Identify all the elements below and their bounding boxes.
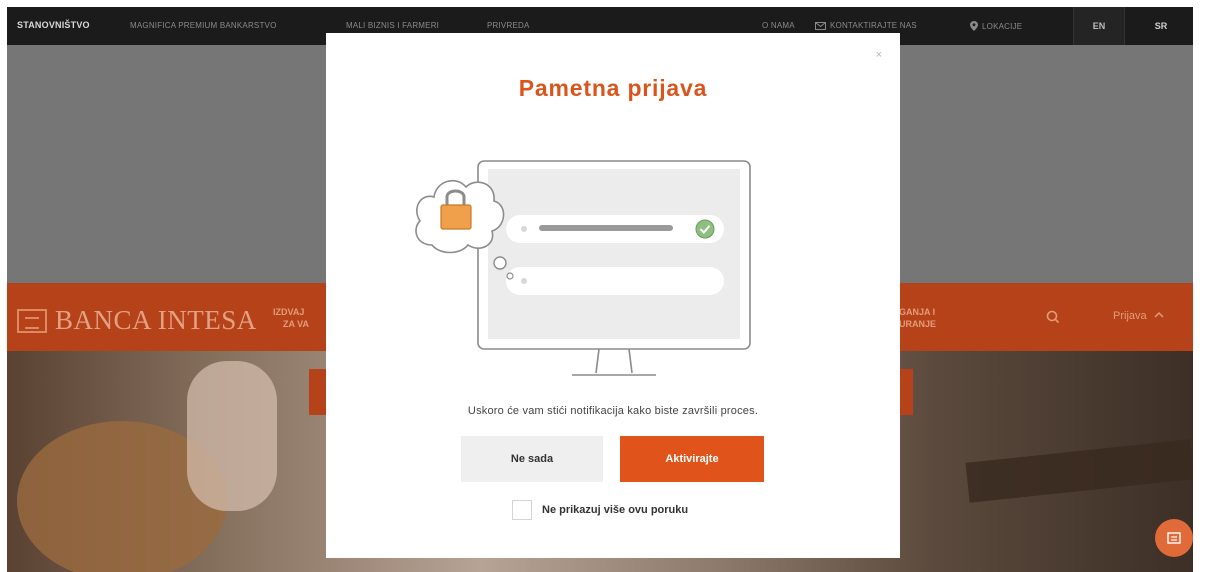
photo-hand [187, 361, 277, 511]
language-sr[interactable]: SR [1135, 7, 1187, 45]
nav-item-izdvajamo-line1: IZDVAJ [273, 307, 305, 317]
modal-message: Uskoro će vam stići notifikacija kako bi… [467, 405, 759, 417]
close-icon[interactable]: × [876, 49, 882, 61]
chat-button[interactable] [1155, 519, 1193, 557]
topbar-link-o-nama[interactable]: O NAMA [762, 21, 795, 30]
not-now-button[interactable]: Ne sada [461, 436, 603, 482]
padlock-icon [440, 204, 472, 230]
topbar-link-stanovnistvo[interactable]: STANOVNIŠTVO [17, 20, 90, 30]
modal-title: Pametna prijava [518, 75, 708, 101]
nav-item-izdvajamo-line2: ZA VA [283, 319, 309, 329]
topbar-link-privreda[interactable]: PRIVREDA [487, 21, 530, 30]
nav-item-izdvajamo[interactable]: IZDVAJ ZA VA [273, 306, 309, 330]
topbar-link-kontakt[interactable]: KONTAKTIRAJTE NAS [815, 21, 917, 30]
search-icon[interactable] [1045, 309, 1061, 325]
topbar-link-mali-biznis[interactable]: MALI BIZNIS I FARMERI [346, 21, 439, 30]
photo-guitar-neck [965, 439, 1193, 503]
user-icon [521, 226, 527, 232]
kontakt-label: KONTAKTIRAJTE NAS [830, 21, 917, 30]
dont-show-again-checkbox[interactable] [512, 500, 532, 520]
dont-show-again-row[interactable]: Ne prikazuj više ovu poruku [512, 500, 688, 520]
location-pin-icon [970, 21, 978, 31]
topbar-link-magnifica[interactable]: MAGNIFICA PREMIUM BANKARSTVO [130, 21, 277, 30]
nav-item-osiguranje-line2: URANJE [899, 319, 937, 329]
chevron-up-icon [1154, 311, 1164, 318]
logo-text: BANCA INTESA [55, 305, 257, 335]
prijava-menu[interactable]: Prijava [1113, 310, 1164, 322]
language-en[interactable]: EN [1073, 7, 1125, 45]
monitor-illustration [415, 160, 751, 376]
nav-item-osiguranje[interactable]: GANJA I URANJE [899, 306, 936, 330]
envelope-icon [815, 22, 826, 30]
chat-icon [1167, 532, 1181, 544]
prijava-label: Prijava [1113, 310, 1147, 322]
dont-show-again-label: Ne prikazuj više ovu poruku [542, 504, 689, 516]
brand-logo[interactable]: BANCA INTESA [17, 305, 257, 336]
lokacije-label: LOKACIJE [982, 22, 1023, 31]
topbar-link-lokacije[interactable]: LOKACIJE [970, 21, 1022, 31]
logo-mark-icon [17, 308, 47, 333]
activate-button[interactable]: Aktivirajte [620, 436, 764, 482]
nav-item-osiguranje-line1: GANJA I [899, 307, 936, 317]
smart-login-modal: × Pametna prijava Uskoro će vam stići no… [326, 33, 900, 558]
